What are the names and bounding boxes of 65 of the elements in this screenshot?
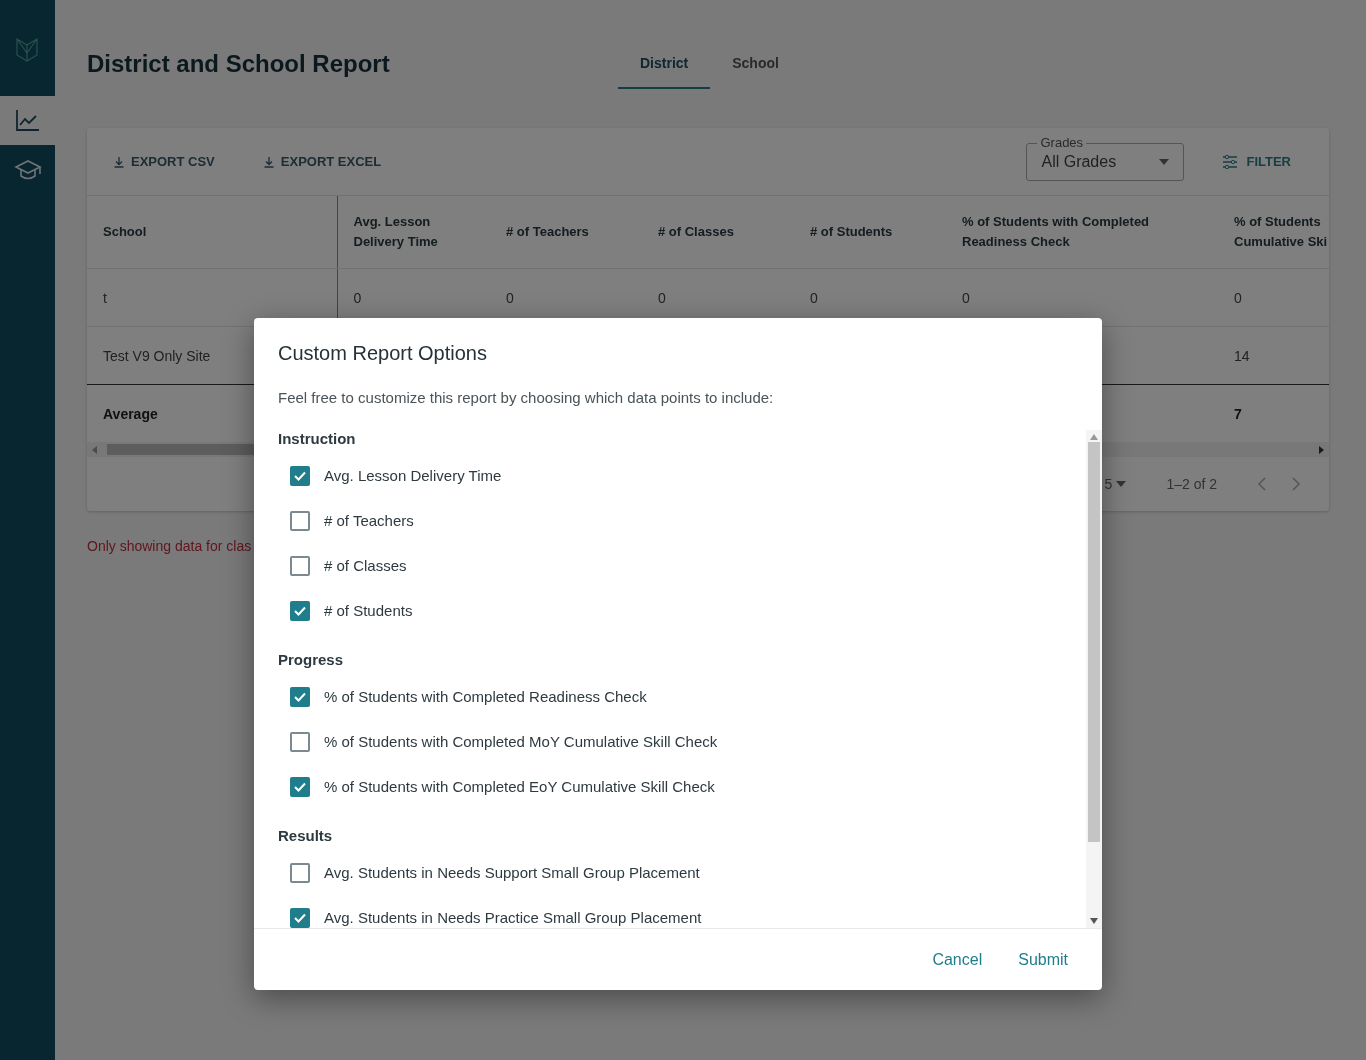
column-header: # of Students	[794, 196, 946, 269]
dropdown-caret-icon	[1116, 481, 1127, 487]
filter-button[interactable]: FILTER	[1216, 153, 1297, 170]
scroll-up-icon[interactable]	[1090, 434, 1098, 440]
checkbox[interactable]	[290, 510, 310, 531]
table-cell: t	[103, 289, 107, 306]
table-cell: Test V9 Only Site	[103, 347, 211, 364]
checkbox[interactable]	[290, 731, 310, 752]
option-label: % of Students with Completed Readiness Check	[324, 688, 647, 705]
scroll-left-icon[interactable]	[91, 445, 97, 454]
option-label: # of Students	[324, 602, 413, 619]
checkbox[interactable]	[290, 555, 310, 576]
table-cell: Average	[103, 405, 158, 422]
table-cell: 14	[1234, 347, 1250, 364]
option-label: # of Classes	[324, 557, 407, 574]
option-label: Avg. Students in Needs Practice Small Group Placement	[324, 909, 702, 926]
checkbox[interactable]	[290, 862, 310, 883]
section-heading: Progress	[278, 651, 345, 668]
previous-page-icon[interactable]	[1257, 477, 1267, 491]
page-range: 1–2 of 2	[1166, 476, 1217, 492]
checkbox[interactable]	[290, 776, 310, 797]
table-cell: 0	[658, 289, 666, 306]
vertical-scrollbar[interactable]	[1086, 430, 1102, 928]
option-label: Avg. Students in Needs Support Small Group Placement	[324, 864, 700, 881]
export-button[interactable]: EXPORT CSV	[101, 146, 227, 177]
export-button[interactable]: EXPORT EXCEL	[250, 146, 394, 177]
cancel-button[interactable]: Cancel	[924, 943, 991, 977]
checkbox[interactable]	[290, 465, 310, 486]
sidebar-item[interactable]	[0, 96, 55, 145]
notice-text: Only showing data for clas	[87, 538, 252, 554]
option-label: Avg. Lesson Delivery Time	[324, 467, 502, 484]
table-cell: 0	[506, 289, 514, 306]
tab[interactable]: School	[710, 39, 801, 89]
column-header: # of Classes	[642, 196, 794, 269]
rows-per-page-select[interactable]: 5	[1104, 476, 1127, 492]
dropdown-caret-icon	[1159, 158, 1170, 165]
column-header: # of Teachers	[490, 196, 642, 269]
table-cell: 0	[810, 289, 818, 306]
download-icon	[113, 155, 125, 168]
checkbox[interactable]	[290, 907, 310, 928]
option-label: % of Students with Completed EoY Cumulative Skill Check	[324, 778, 715, 795]
table-cell: 0	[962, 289, 970, 306]
column-header: % of Students with Completed Readiness Check	[946, 196, 1218, 269]
dialog-description: Feel free to customize this report by choosing which data points to include:	[278, 389, 775, 406]
dialog-title: Custom Report Options	[278, 342, 488, 365]
tab[interactable]: District	[618, 39, 711, 89]
column-header: Avg. Lesson Delivery Time	[337, 196, 490, 269]
sliders-icon	[1222, 154, 1239, 169]
column-header: % of Students Cumulative Ski	[1218, 196, 1329, 269]
column-header: School	[87, 196, 337, 269]
checkbox[interactable]	[290, 686, 310, 707]
table-cell: 0	[1234, 289, 1242, 306]
download-icon	[262, 155, 275, 168]
next-page-icon[interactable]	[1291, 477, 1301, 491]
table-cell: 0	[353, 289, 362, 306]
scroll-right-icon[interactable]	[1319, 445, 1325, 454]
page-title: District and School Report	[87, 50, 391, 78]
submit-button[interactable]: Submit	[1010, 943, 1076, 977]
table-cell: 7	[1234, 405, 1242, 422]
section-heading: Instruction	[278, 430, 357, 447]
checkbox[interactable]	[290, 600, 310, 621]
option-label: % of Students with Completed MoY Cumulative Skill Check	[324, 733, 718, 750]
option-label: # of Teachers	[324, 512, 414, 529]
section-heading: Results	[278, 827, 334, 844]
scroll-down-icon[interactable]	[1090, 918, 1098, 924]
